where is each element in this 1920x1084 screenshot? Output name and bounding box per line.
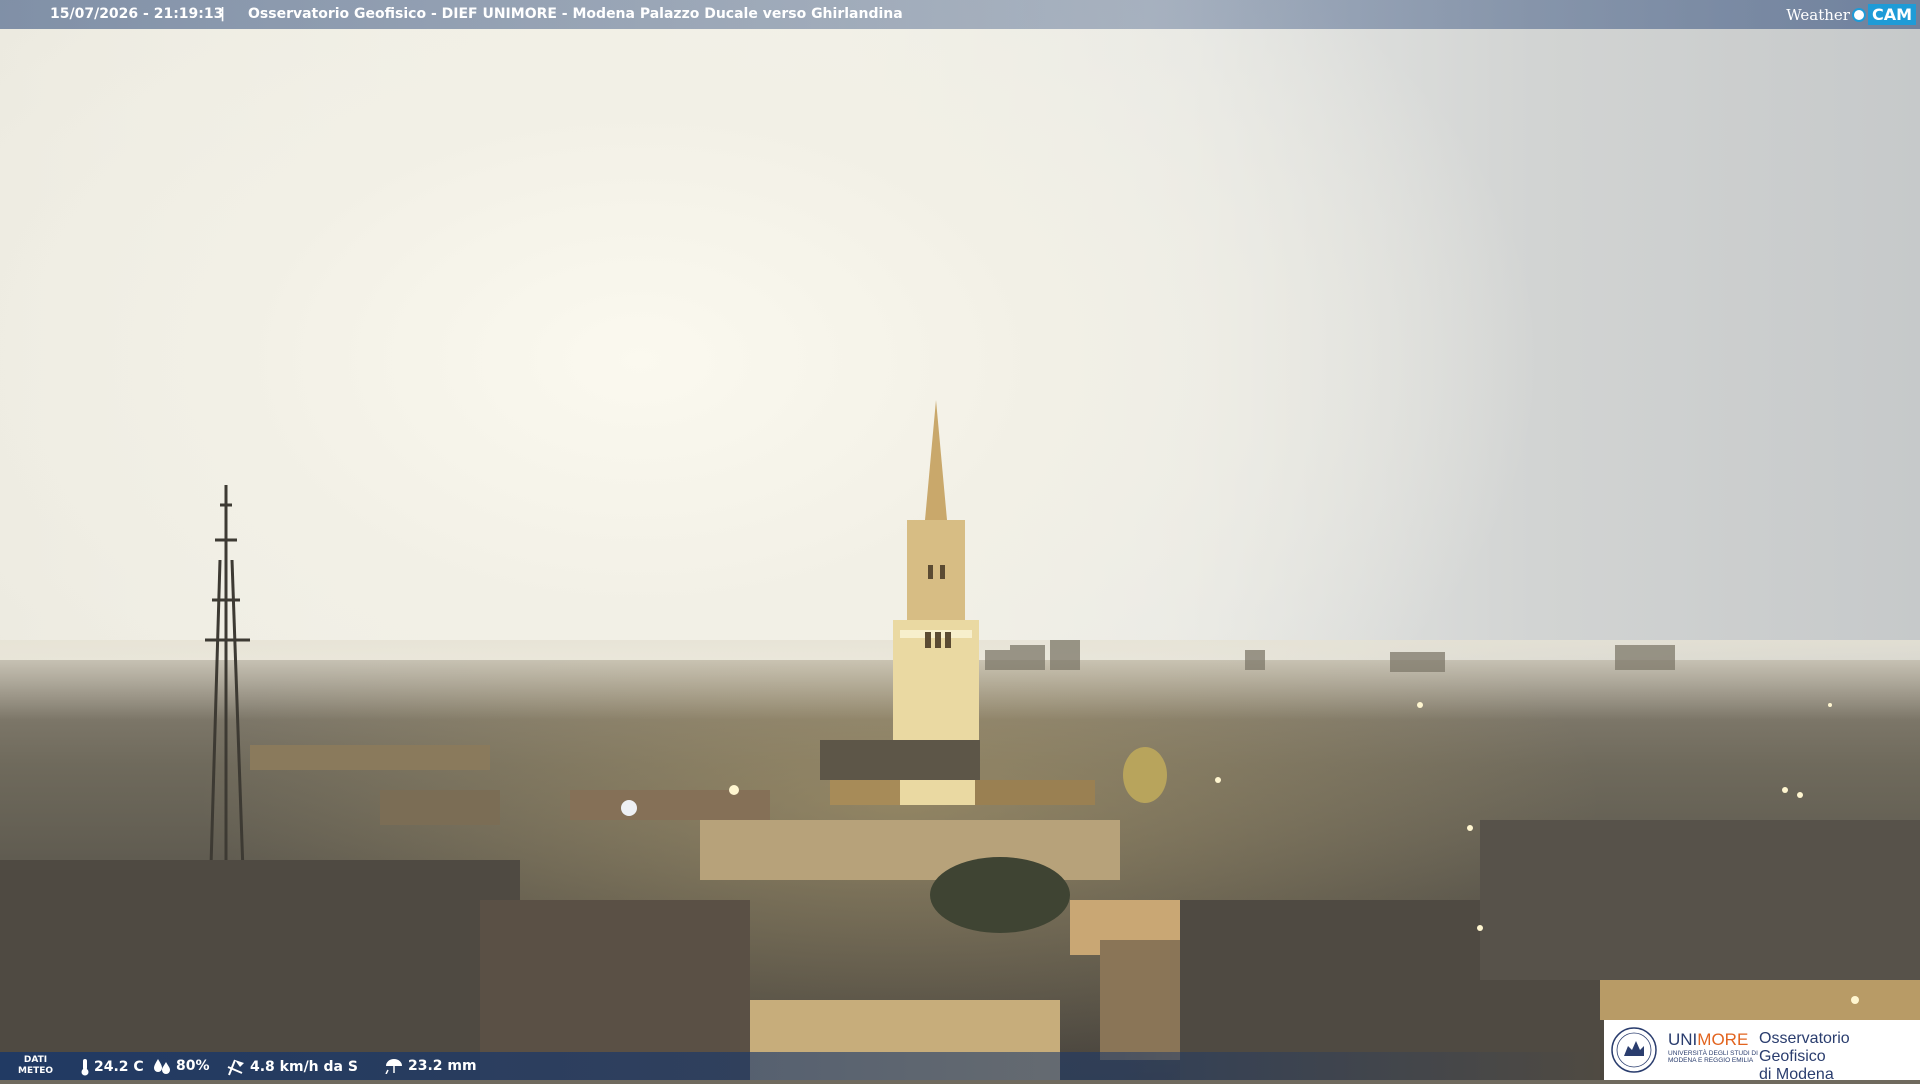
observatory-name: Osservatorio Geofisico di Modena (1759, 1030, 1920, 1084)
temperature-value: 24.2 C (94, 1059, 144, 1075)
unimore-wordmark-more: MORE (1697, 1030, 1749, 1049)
rain-reading: 23.2 mm (384, 1058, 477, 1074)
wind-value: 4.8 km/h da S (250, 1059, 358, 1075)
camera-caption: Osservatorio Geofisico - DIEF UNIMORE - … (248, 6, 903, 22)
rain-icon (385, 1059, 402, 1074)
meteo-data-bar: DATI METEO 24.2 C 80% 4.8 km/h da S 23.2… (0, 1052, 1600, 1080)
humidity-icon (154, 1059, 170, 1074)
meteo-label-line2: METEO (18, 1066, 54, 1076)
meteo-label-line1: DATI (23, 1055, 48, 1065)
humidity-reading: 80% (152, 1058, 210, 1074)
webcam-image (0, 0, 1920, 1080)
unimore-wordmark: UNIMORE (1668, 1030, 1748, 1050)
wind-reading: 4.8 km/h da S (226, 1058, 358, 1076)
temperature-reading: 24.2 C (80, 1058, 144, 1076)
unimore-seal-icon (1611, 1027, 1657, 1073)
timestamp: 15/07/2026 - 21:19:13 (50, 6, 224, 22)
meteo-label: DATI METEO (18, 1055, 53, 1077)
distant-skyline (985, 640, 1675, 672)
humidity-value: 80% (176, 1058, 210, 1074)
cityscape-drawing (0, 400, 1920, 1080)
top-caption-bar: 15/07/2026 - 21:19:13 | Osservatorio Geo… (0, 0, 1920, 29)
weathercam-logo-cam: CAM (1867, 4, 1916, 25)
antenna-tower (205, 485, 250, 901)
weathercam-dot-icon (1851, 7, 1866, 22)
rain-value: 23.2 mm (408, 1058, 477, 1074)
wind-icon (227, 1059, 244, 1076)
thermometer-icon (81, 1059, 89, 1076)
weathercam-logo-weather: Weather (1786, 5, 1850, 24)
unimore-logo-box: UNIMORE UNIVERSITÀ DEGLI STUDI DI MODENA… (1604, 1020, 1920, 1083)
observatory-name-line1: Osservatorio Geofisico (1759, 1030, 1850, 1065)
caption-separator: | (220, 6, 226, 22)
unimore-wordmark-uni: UNI (1668, 1030, 1698, 1049)
weathercam-logo: Weather CAM (1786, 2, 1916, 27)
observatory-name-line2: di Modena (1759, 1066, 1834, 1083)
unimore-subtitle: UNIVERSITÀ DEGLI STUDI DI MODENA E REGGI… (1668, 1050, 1758, 1064)
